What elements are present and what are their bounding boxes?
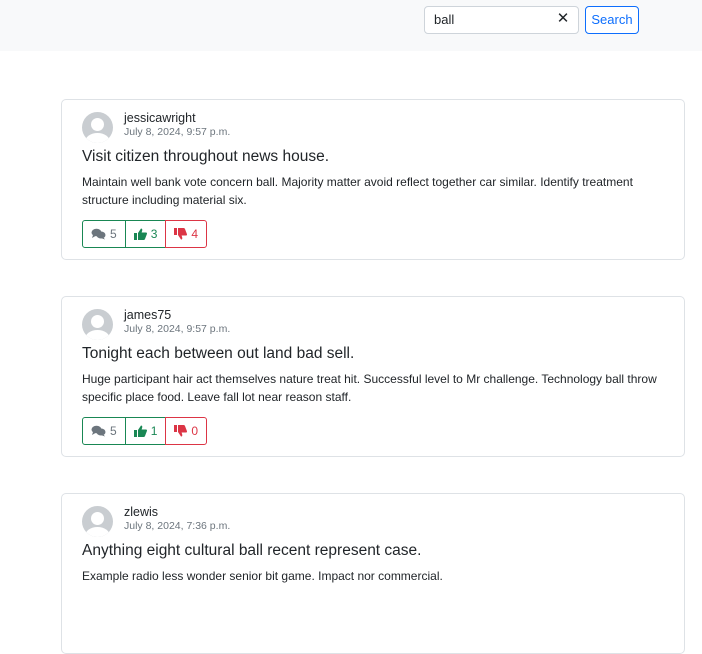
dislikes-count: 4 (191, 227, 199, 241)
comments-count: 5 (110, 227, 117, 241)
post-username[interactable]: james75 (124, 308, 171, 322)
post-username[interactable]: zlewis (124, 505, 158, 519)
comments-count: 5 (110, 424, 117, 438)
post-actions: 5 3 4 (82, 220, 208, 248)
search-button[interactable]: Search (585, 6, 639, 34)
dislikes-count: 0 (191, 424, 199, 438)
comments-icon (91, 425, 106, 437)
likes-count: 1 (150, 424, 158, 438)
post-date: July 8, 2024, 9:57 p.m. (124, 126, 231, 138)
user-avatar-icon (82, 112, 113, 143)
comments-icon (91, 228, 106, 240)
top-bar: ball ✕ Search (0, 0, 702, 51)
post-title[interactable]: Anything eight cultural ball recent repr… (82, 542, 421, 560)
post-title[interactable]: Tonight each between out land bad sell. (82, 345, 354, 363)
comments-button[interactable]: 5 (82, 220, 126, 248)
thumbs-down-icon (174, 425, 188, 437)
thumbs-up-icon (133, 228, 147, 240)
post-body: Maintain well bank vote concern ball. Ma… (82, 175, 633, 207)
dislike-button[interactable]: 0 (165, 417, 208, 445)
dislike-button[interactable]: 4 (165, 220, 208, 248)
post-card: jessicawright July 8, 2024, 9:57 p.m. Vi… (61, 99, 685, 260)
post-body: Huge participant hair act themselves nat… (82, 372, 657, 404)
post-username[interactable]: jessicawright (124, 111, 196, 125)
like-button[interactable]: 1 (124, 417, 167, 445)
post-title[interactable]: Visit citizen throughout news house. (82, 148, 329, 166)
post-card: james75 July 8, 2024, 9:57 p.m. Tonight … (61, 296, 685, 457)
clear-search-button[interactable]: ✕ (553, 8, 573, 30)
search-input-value[interactable]: ball (434, 12, 454, 27)
user-avatar-icon (82, 309, 113, 340)
comments-button[interactable]: 5 (82, 417, 126, 445)
post-actions: 5 1 0 (82, 417, 208, 445)
like-button[interactable]: 3 (124, 220, 167, 248)
user-avatar-icon (82, 506, 113, 537)
post-date: July 8, 2024, 7:36 p.m. (124, 520, 231, 532)
thumbs-up-icon (133, 425, 147, 437)
post-date: July 8, 2024, 9:57 p.m. (124, 323, 231, 335)
likes-count: 3 (150, 227, 158, 241)
post-card: zlewis July 8, 2024, 7:36 p.m. Anything … (61, 493, 685, 654)
thumbs-down-icon (174, 228, 188, 240)
post-body: Example radio less wonder senior bit gam… (82, 569, 443, 583)
